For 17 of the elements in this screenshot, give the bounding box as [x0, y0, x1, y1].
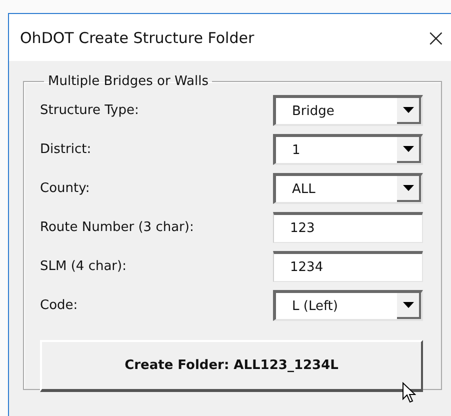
- field-label: District:: [40, 142, 92, 157]
- close-button[interactable]: ×: [422, 26, 450, 50]
- field-label: County:: [40, 181, 90, 196]
- input-field[interactable]: 123: [273, 212, 423, 243]
- field-label: Route Number (3 char):: [40, 220, 194, 235]
- dropdown-field[interactable]: L (Left): [273, 290, 423, 321]
- input-field[interactable]: 1234: [273, 251, 423, 282]
- window-title: OhDOT Create Structure Folder: [20, 28, 254, 46]
- field-label: SLM (4 char):: [40, 259, 126, 274]
- create-folder-button[interactable]: Create Folder: ALL123_1234L: [40, 340, 423, 392]
- field-label: Code:: [40, 298, 78, 313]
- mouse-pointer-icon: [402, 382, 416, 404]
- dropdown-field[interactable]: 1: [273, 134, 423, 165]
- field-label: Structure Type:: [40, 103, 139, 118]
- dropdown-field[interactable]: ALL: [273, 173, 423, 204]
- frame-title: Multiple Bridges or Walls: [47, 74, 210, 89]
- dropdown-field[interactable]: Bridge: [273, 95, 423, 126]
